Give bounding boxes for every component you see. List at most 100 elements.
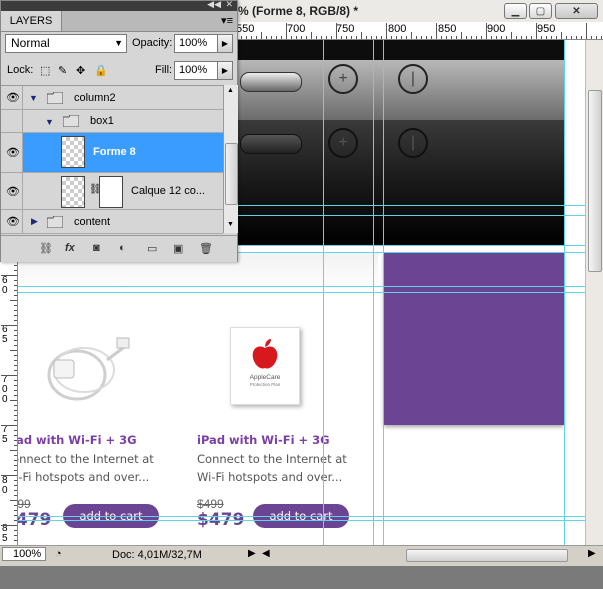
horizontal-scroll-thumb[interactable] [406,549,568,562]
apple-logo-icon [252,339,278,369]
vertical-ruler[interactable]: 6 0 6 5 7 0 0 7 5 8 0 8 5 [0,240,18,545]
purple-box-shape[interactable] [384,253,564,425]
plus-knob-icon: + [328,128,358,158]
eye-icon[interactable]: 👁 [6,215,20,228]
expand-triangle-icon[interactable]: ▼ [45,117,54,127]
maximize-button[interactable]: ▢ [529,3,552,19]
ruler-label: 750 [336,23,355,35]
ruler-label: 800 [388,23,407,35]
lock-all-icon[interactable]: 🔒 [94,64,108,77]
layer-thumbnail [61,136,85,168]
scroll-left-icon[interactable]: ◀ [262,548,270,559]
eye-icon[interactable]: 👁 [6,91,20,104]
lock-position-icon[interactable]: ✥ [76,64,85,77]
collapse-icon[interactable]: ◀◀ [207,0,221,10]
device-button-image [240,72,302,92]
layer-name[interactable]: Forme 8 [93,146,136,158]
device-button-image [240,134,302,154]
panel-menu-icon[interactable]: ▾≡ [221,14,233,27]
lock-label: Lock: [7,64,34,76]
product-description: Connect to the Internet at Wi-Fi hotspots… [197,452,347,484]
trash-icon[interactable]: 🗑 [199,242,213,255]
scroll-thumb[interactable] [225,143,238,205]
layer-row-box1[interactable]: ▼ box1 [1,110,223,133]
product-old-price: $499 [18,497,31,511]
guide-line[interactable] [18,520,585,521]
guide-line[interactable] [18,286,585,287]
fx-icon[interactable]: fx [65,242,75,254]
fill-label: Fill: [155,64,173,76]
power-knob-icon: | [398,64,428,94]
layer-mask-thumbnail[interactable] [99,176,123,208]
layers-panel: ◀◀ ✕ LAYERS ▾≡ Normal ▼ Opacity: 100% ▶ L… [0,0,238,262]
maximize-icon: ▢ [535,5,546,17]
opacity-label: Opacity: [132,37,173,49]
product-title[interactable]: iPad with Wi-Fi + 3G [197,433,330,447]
applecare-box-image: AppleCare Protection Plan [230,327,300,405]
lock-transparent-icon[interactable]: ⬚ [40,64,50,77]
layer-name[interactable]: box1 [90,115,114,127]
panel-tab-row: LAYERS ▾≡ [1,11,237,32]
adjustment-layer-icon[interactable]: ◐ [119,242,126,254]
status-arrow-icon[interactable]: ▶ [248,548,256,559]
guide-line[interactable] [18,516,585,517]
layer-row-column2[interactable]: 👁 ▼ column2 [1,86,223,110]
fill-field[interactable]: 100% [174,61,218,80]
layer-list: 👁 ▼ column2 ▼ box1 👁 Forme 8 👁 ⛓ Calque … [1,85,223,234]
layer-name[interactable]: Calque 12 co... [131,185,205,197]
opacity-slider-button[interactable]: ▶ [217,34,233,53]
close-icon: ✕ [572,5,581,17]
ruler-label: 8 0 [2,475,8,496]
zoom-field[interactable]: 100% [2,547,46,561]
ruler-label: 850 [438,23,457,35]
layers-scrollbar[interactable]: ▲ ▼ [223,85,238,233]
ruler-label: 950 [537,23,556,35]
layer-thumbnail [61,176,85,208]
layer-row-calque-12[interactable]: 👁 ⛓ Calque 12 co... [1,173,223,210]
fill-slider-button[interactable]: ▶ [217,61,233,80]
product-description: Connect to the Internet at Wi-Fi hotspots… [18,452,154,484]
scroll-up-icon[interactable]: ▲ [227,87,234,94]
guide-line[interactable] [18,292,585,293]
layers-toolbar: ⛓ fx ◙ ◐ ▭ ▣ 🗑 [1,235,237,262]
layer-name[interactable]: column2 [74,92,116,104]
folder-icon [47,216,63,228]
tab-layers[interactable]: LAYERS [1,11,62,31]
new-layer-icon[interactable]: ▣ [173,242,183,255]
applecare-sub-label: Protection Plan [249,382,281,387]
scroll-right-icon[interactable]: ▶ [588,548,596,559]
opacity-field[interactable]: 100% [174,34,218,53]
ruler-label: 6 0 [2,275,8,296]
new-group-icon[interactable]: ▭ [147,242,157,255]
vertical-scrollbar[interactable] [585,40,603,545]
folder-icon [63,115,79,127]
scroll-thumb[interactable] [588,90,602,272]
add-mask-icon[interactable]: ◙ [93,242,100,254]
layer-row-forme-8[interactable]: 👁 Forme 8 [1,133,223,173]
ruler-label: 7 0 0 [2,374,8,405]
scroll-down-icon[interactable]: ▼ [227,221,234,228]
close-button[interactable]: ✕ [555,3,598,19]
blend-mode-select[interactable]: Normal ▼ [5,34,127,53]
apple-cable-image [47,337,130,401]
ruler-label: 6 5 [2,324,8,345]
product-title[interactable]: iPad with Wi-Fi + 3G [18,433,137,447]
ruler-label: 550 [236,23,255,35]
power-knob-icon: | [398,128,428,158]
layer-row-content[interactable]: 👁 ▶ content [1,210,223,234]
lock-image-icon[interactable]: ✎ [58,64,67,77]
document-size: Doc: 4,01M/32,7M [112,549,202,561]
eye-icon[interactable]: 👁 [6,146,20,159]
close-panel-icon[interactable]: ✕ [225,0,233,10]
minimize-button[interactable]: ▁ [504,3,527,19]
ruler-label: 8 5 [2,523,8,544]
link-layers-icon[interactable]: ⛓ [39,242,53,255]
status-bar: 100% ◔ Doc: 4,01M/32,7M ▶ ◀ ▶ [0,545,603,564]
eye-icon[interactable]: 👁 [6,185,20,198]
collapsed-triangle-icon[interactable]: ▶ [31,216,38,227]
layer-name[interactable]: content [74,216,110,228]
expand-triangle-icon[interactable]: ▼ [29,93,38,103]
folder-icon [47,92,63,104]
status-menu-icon[interactable]: ◔ [55,548,62,560]
panel-header[interactable]: ◀◀ ✕ [1,0,237,11]
